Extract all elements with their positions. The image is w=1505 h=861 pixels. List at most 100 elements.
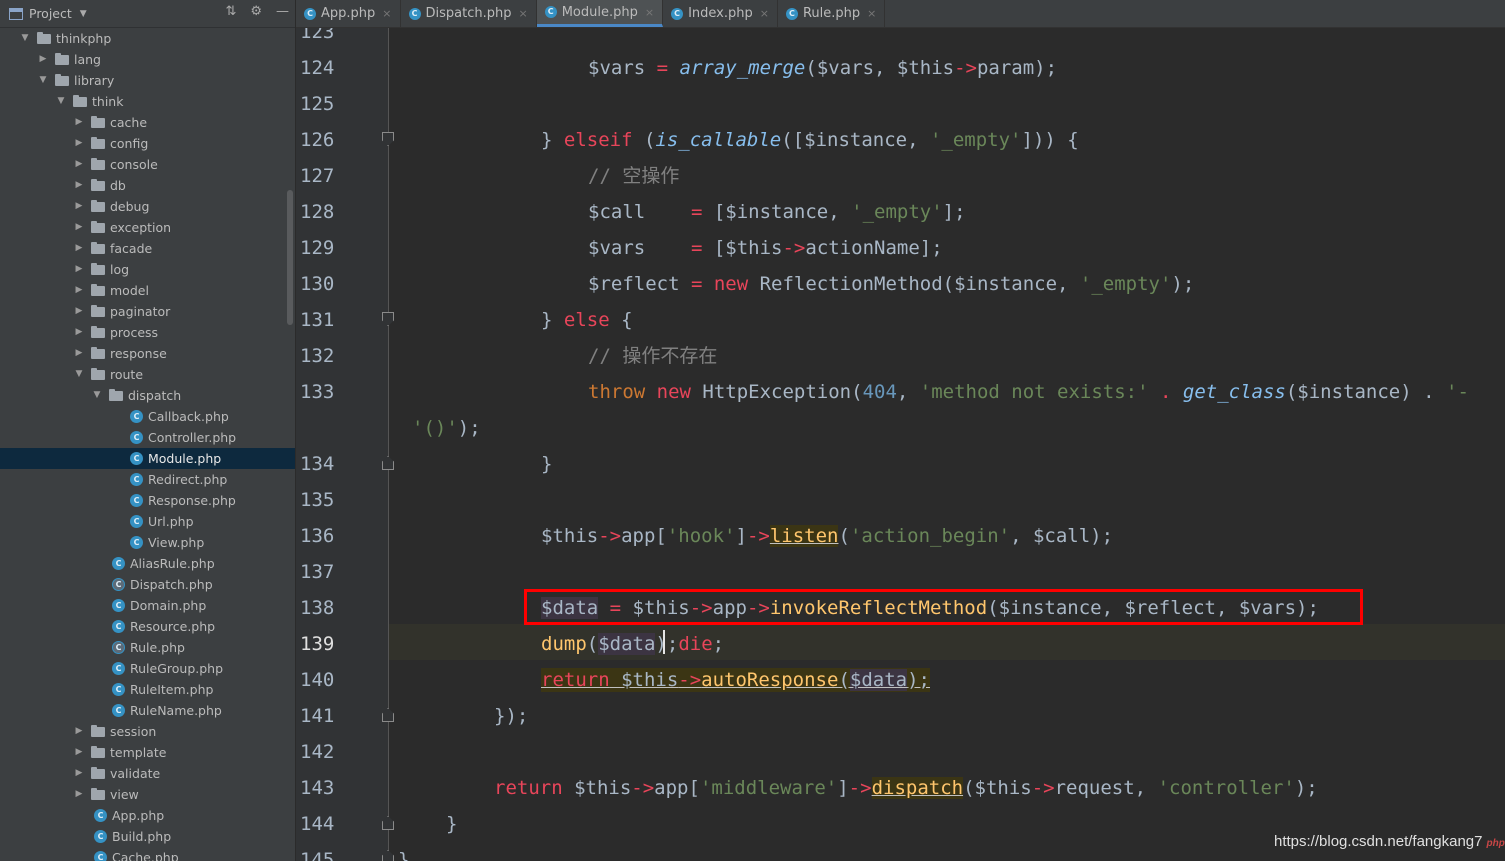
chevron-down-icon[interactable]: ▼	[80, 9, 87, 19]
tree-item[interactable]: ▼ thinkphp	[0, 28, 295, 49]
tree-item[interactable]: ▶ console	[0, 154, 295, 175]
chevron-down-icon[interactable]: ▼	[56, 91, 66, 112]
tree-item[interactable]: ▶ log	[0, 259, 295, 280]
chevron-right-icon[interactable]: ▶	[74, 112, 84, 133]
tree-item-label: template	[110, 745, 167, 760]
fold-marker-icon[interactable]	[382, 456, 394, 470]
tree-item[interactable]: C Url.php	[0, 511, 295, 532]
chevron-right-icon[interactable]: ▶	[74, 217, 84, 238]
chevron-down-icon[interactable]: ▼	[20, 28, 30, 49]
code-line-133-wrap: '()');	[412, 417, 481, 439]
tree-item[interactable]: C Callback.php	[0, 406, 295, 427]
chevron-right-icon[interactable]: ▶	[74, 763, 84, 784]
tree-item[interactable]: C Build.php	[0, 826, 295, 847]
project-panel-header[interactable]: Project ▼ ⇅ ⚙ —	[0, 0, 295, 28]
tab-index[interactable]: C Index.php ×	[663, 0, 778, 27]
tree-item[interactable]: ▶ session	[0, 721, 295, 742]
close-icon[interactable]: ×	[760, 7, 769, 20]
chevron-right-icon[interactable]: ▶	[74, 175, 84, 196]
tab-module[interactable]: C Module.php ×	[536, 0, 664, 27]
fold-marker-icon[interactable]	[382, 132, 394, 146]
tree-item[interactable]: C Domain.php	[0, 595, 295, 616]
tree-item[interactable]: C App.php	[0, 805, 295, 826]
tree-item[interactable]: ▶ model	[0, 280, 295, 301]
chevron-right-icon[interactable]: ▶	[74, 238, 84, 259]
chevron-down-icon[interactable]: ▼	[92, 385, 102, 406]
tree-item[interactable]: C Dispatch.php	[0, 574, 295, 595]
tree-item[interactable]: ▶ lang	[0, 49, 295, 70]
tree-item[interactable]: ▶ view	[0, 784, 295, 805]
tree-scrollbar[interactable]	[287, 190, 293, 325]
tree-item[interactable]: C Rule.php	[0, 637, 295, 658]
tree-item[interactable]: ▶ template	[0, 742, 295, 763]
php-class-icon: C	[408, 7, 421, 20]
chevron-right-icon[interactable]: ▶	[74, 280, 84, 301]
php-class-icon: C	[130, 494, 143, 507]
fold-marker-icon[interactable]	[382, 850, 394, 861]
hide-panel-icon[interactable]: —	[276, 4, 289, 19]
line-number: 123	[300, 28, 335, 43]
chevron-right-icon[interactable]: ▶	[74, 259, 84, 280]
tree-item[interactable]: C RuleGroup.php	[0, 658, 295, 679]
code-editor[interactable]: 123 124 125 126 127 128 129 130 131 132 133 134 135 1…	[296, 28, 1505, 861]
tree-item[interactable]: ▼ library	[0, 70, 295, 91]
close-icon[interactable]: ×	[518, 7, 527, 20]
tree-item[interactable]: C RuleName.php	[0, 700, 295, 721]
tree-item[interactable]: ▼ dispatch	[0, 385, 295, 406]
tree-item[interactable]: ▶ config	[0, 133, 295, 154]
collapse-all-icon[interactable]: ⇅	[225, 4, 236, 19]
close-icon[interactable]: ×	[645, 6, 654, 19]
code-line-124: $vars = array_merge($vars, $this->param)…	[588, 57, 1058, 79]
chevron-right-icon[interactable]: ▶	[74, 133, 84, 154]
tab-app[interactable]: C App.php ×	[296, 0, 401, 27]
close-icon[interactable]: ×	[867, 7, 876, 20]
tree-item-label: Cache.php	[112, 850, 179, 861]
tree-item[interactable]: ▶ paginator	[0, 301, 295, 322]
tree-item[interactable]: C Controller.php	[0, 427, 295, 448]
folder-icon	[91, 116, 105, 128]
tree-item[interactable]: C Response.php	[0, 490, 295, 511]
tree-item[interactable]: ▶ exception	[0, 217, 295, 238]
chevron-right-icon[interactable]: ▶	[74, 343, 84, 364]
tree-item[interactable]: C Redirect.php	[0, 469, 295, 490]
chevron-right-icon[interactable]: ▶	[74, 154, 84, 175]
close-icon[interactable]: ×	[382, 7, 391, 20]
tree-item-label: dispatch	[128, 388, 182, 403]
chevron-right-icon[interactable]: ▶	[74, 721, 84, 742]
chevron-right-icon[interactable]: ▶	[74, 784, 84, 805]
tab-label: Rule.php	[802, 6, 861, 21]
tree-item[interactable]: C Cache.php	[0, 847, 295, 861]
tree-item[interactable]: C AliasRule.php	[0, 553, 295, 574]
tree-item-label: Domain.php	[130, 598, 207, 613]
tree-item[interactable]: C View.php	[0, 532, 295, 553]
chevron-right-icon[interactable]: ▶	[74, 322, 84, 343]
tree-item-label: facade	[110, 241, 153, 256]
tab-rule[interactable]: C Rule.php ×	[778, 0, 886, 27]
tree-item[interactable]: C Resource.php	[0, 616, 295, 637]
line-number: 132	[300, 345, 335, 367]
tree-item[interactable]: ▶ cache	[0, 112, 295, 133]
chevron-right-icon[interactable]: ▶	[74, 301, 84, 322]
tree-item[interactable]: ▶ debug	[0, 196, 295, 217]
tree-item-label: response	[110, 346, 167, 361]
chevron-down-icon[interactable]: ▼	[38, 70, 48, 91]
tree-item[interactable]: ▶ db	[0, 175, 295, 196]
tree-item[interactable]: C Module.php	[0, 448, 295, 469]
fold-marker-icon[interactable]	[382, 708, 394, 722]
chevron-right-icon[interactable]: ▶	[74, 742, 84, 763]
fold-marker-icon[interactable]	[382, 312, 394, 326]
chevron-right-icon[interactable]: ▶	[74, 196, 84, 217]
tree-item[interactable]: ▶ validate	[0, 763, 295, 784]
tree-item[interactable]: ▶ response	[0, 343, 295, 364]
code-line-144: }	[446, 813, 458, 835]
fold-marker-icon[interactable]	[382, 816, 394, 830]
chevron-right-icon[interactable]: ▶	[38, 49, 48, 70]
tree-item[interactable]: ▶ facade	[0, 238, 295, 259]
tree-item[interactable]: ▼ think	[0, 91, 295, 112]
tree-item[interactable]: C RuleItem.php	[0, 679, 295, 700]
tree-item[interactable]: ▶ process	[0, 322, 295, 343]
tree-item[interactable]: ▼ route	[0, 364, 295, 385]
gear-icon[interactable]: ⚙	[250, 4, 262, 19]
tab-dispatch[interactable]: C Dispatch.php ×	[401, 0, 537, 27]
chevron-down-icon[interactable]: ▼	[74, 364, 84, 385]
